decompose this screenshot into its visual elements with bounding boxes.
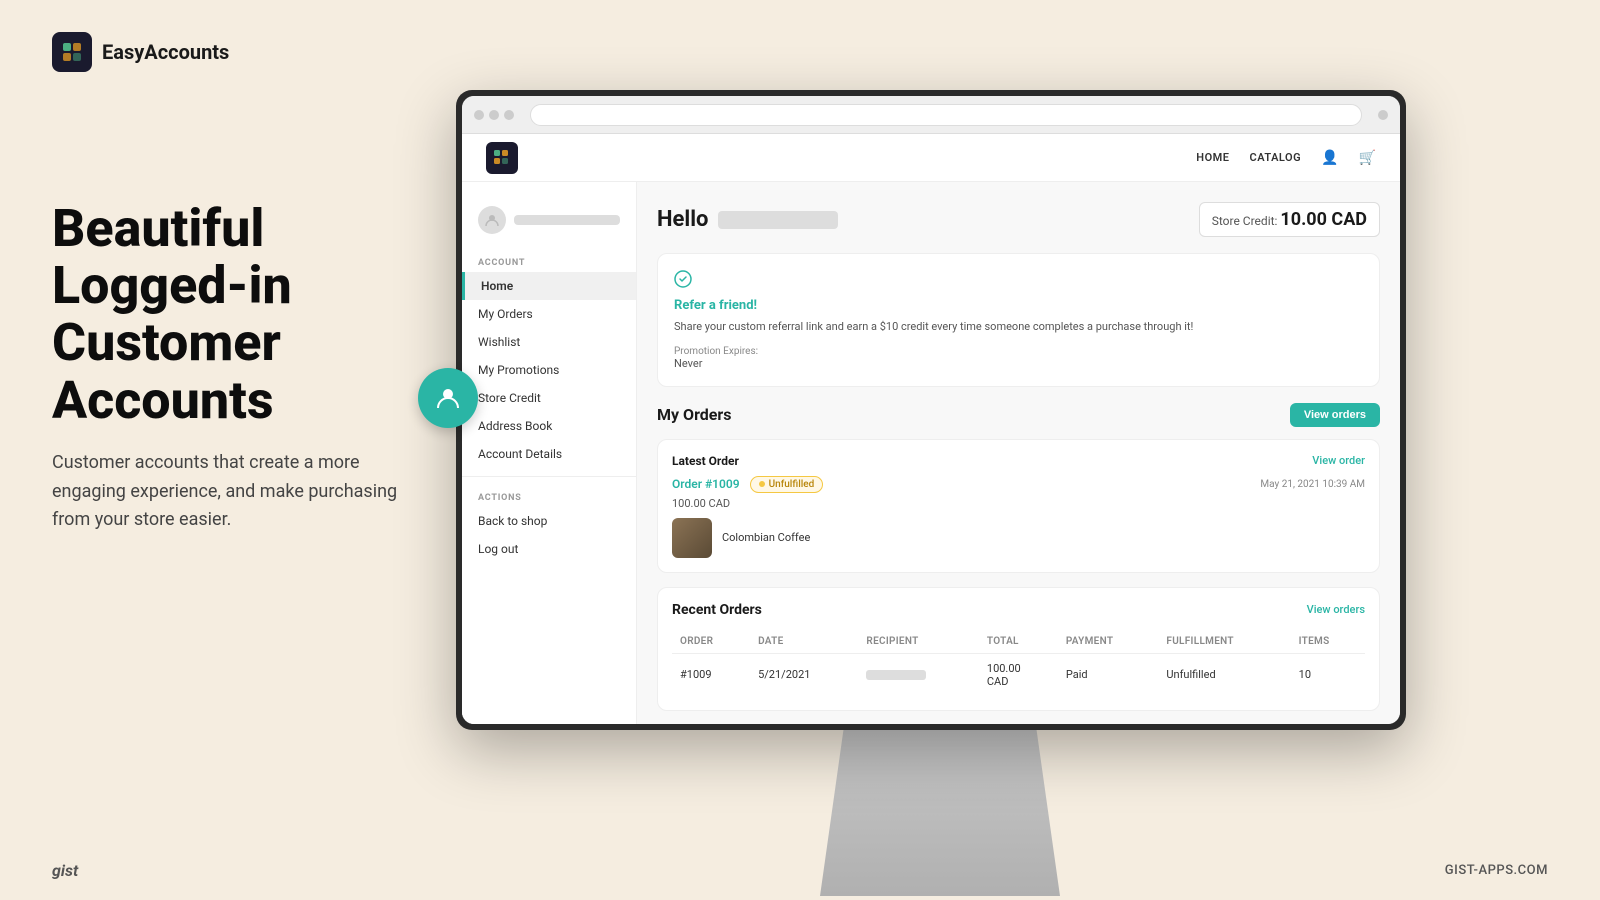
referral-description: Share your custom referral link and earn…: [674, 319, 1363, 336]
browser-dot-yellow: [489, 110, 499, 120]
hero-subtitle: Customer accounts that create a more eng…: [52, 449, 412, 535]
nav-cart-icon[interactable]: 🛒: [1359, 150, 1376, 166]
order-number: Order #1009: [672, 477, 740, 491]
footer-brand: gist: [52, 861, 78, 880]
browser-dot-red: [474, 110, 484, 120]
col-recipient: RECIPIENT: [858, 630, 978, 654]
referral-expires-label: Promotion Expires:: [674, 346, 1363, 357]
my-orders-header: My Orders View orders: [657, 403, 1380, 427]
sidebar-divider: [462, 476, 636, 477]
sidebar-section-account: ACCOUNT: [462, 250, 636, 272]
product-name: Colombian Coffee: [722, 531, 810, 544]
app-brand: EasyAccounts: [52, 32, 229, 72]
table-row: #1009 5/21/2021 100.00CAD Paid Unfulfill…: [672, 653, 1365, 696]
cell-date: 5/21/2021: [750, 653, 858, 696]
main-content: Hello Store Credit: 10.00 CAD: [637, 182, 1400, 724]
referral-expires-value: Never: [674, 357, 1363, 370]
store-nav: HOME CATALOG 👤 🛒: [462, 134, 1400, 182]
referral-title: Refer a friend!: [674, 298, 1363, 313]
store-logo-icon: [486, 142, 518, 174]
view-order-link[interactable]: View order: [1312, 454, 1365, 467]
cell-order: #1009: [672, 653, 750, 696]
col-fulfillment: FULFILLMENT: [1158, 630, 1290, 654]
footer-link: GIST-APPS.COM: [1445, 863, 1548, 878]
sidebar-section-actions: ACTIONS: [462, 485, 636, 507]
referral-card: Refer a friend! Share your custom referr…: [657, 253, 1380, 387]
page-footer: gist GIST-APPS.COM: [52, 861, 1548, 880]
sidebar-profile: [462, 198, 636, 250]
brand-name: EasyAccounts: [102, 40, 229, 64]
browser-action-dots: [1378, 110, 1388, 120]
sidebar-item-back-to-shop[interactable]: Back to shop: [462, 507, 636, 535]
floating-avatar-icon: [418, 368, 478, 428]
latest-order-header: Latest Order View order: [672, 454, 1365, 468]
col-items: ITEMS: [1291, 630, 1365, 654]
recipient-placeholder: [866, 670, 926, 680]
cell-total: 100.00CAD: [979, 653, 1058, 696]
sidebar: ACCOUNT Home My Orders Wishlist My Promo…: [462, 182, 637, 724]
col-total: TOTAL: [979, 630, 1058, 654]
col-order: ORDER: [672, 630, 750, 654]
order-status-badge: Unfulfilled: [750, 476, 824, 493]
orders-table: ORDER DATE RECIPIENT TOTAL PAYMENT FULFI…: [672, 630, 1365, 696]
recent-orders-card: Recent Orders View orders ORDER DATE REC…: [657, 587, 1380, 711]
cell-items: 10: [1291, 653, 1365, 696]
sidebar-item-store-credit[interactable]: Store Credit: [462, 384, 636, 412]
store-credit-badge: Store Credit: 10.00 CAD: [1199, 202, 1380, 237]
browser-dots: [474, 110, 514, 120]
store-content: ACCOUNT Home My Orders Wishlist My Promo…: [462, 182, 1400, 724]
sidebar-name-placeholder: [514, 215, 620, 225]
nav-user-icon[interactable]: 👤: [1321, 150, 1338, 166]
recent-orders-header: Recent Orders View orders: [672, 602, 1365, 618]
monitor-frame: HOME CATALOG 👤 🛒 ACC: [456, 90, 1406, 730]
orders-table-header-row: ORDER DATE RECIPIENT TOTAL PAYMENT FULFI…: [672, 630, 1365, 654]
order-amount: 100.00 CAD: [672, 497, 1365, 510]
nav-catalog[interactable]: CATALOG: [1250, 151, 1302, 164]
product-thumbnail: [672, 518, 712, 558]
sidebar-avatar: [478, 206, 506, 234]
browser-window: HOME CATALOG 👤 🛒 ACC: [462, 96, 1400, 724]
cell-recipient: [858, 653, 978, 696]
sidebar-item-home[interactable]: Home: [462, 272, 636, 300]
col-payment: PAYMENT: [1058, 630, 1159, 654]
browser-url-bar[interactable]: [530, 104, 1362, 126]
sidebar-item-promotions[interactable]: My Promotions: [462, 356, 636, 384]
latest-order-label: Latest Order: [672, 454, 739, 468]
my-orders-title: My Orders: [657, 405, 732, 424]
store-credit-amount: 10.00 CAD: [1280, 209, 1367, 230]
view-orders-button[interactable]: View orders: [1290, 403, 1380, 427]
sidebar-item-address-book[interactable]: Address Book: [462, 412, 636, 440]
cell-fulfillment: Unfulfilled: [1158, 653, 1290, 696]
sidebar-item-wishlist[interactable]: Wishlist: [462, 328, 636, 356]
nav-home[interactable]: HOME: [1196, 151, 1229, 164]
hello-name-placeholder: [718, 211, 838, 229]
latest-order-card: Latest Order View order Order #1009 Unfu…: [657, 439, 1380, 573]
recent-orders-title: Recent Orders: [672, 602, 762, 618]
sidebar-item-account-details[interactable]: Account Details: [462, 440, 636, 468]
browser-chrome: [462, 96, 1400, 134]
account-header: Hello Store Credit: 10.00 CAD: [657, 202, 1380, 237]
hello-greeting: Hello: [657, 207, 838, 232]
col-date: DATE: [750, 630, 858, 654]
browser-action-dot-1: [1378, 110, 1388, 120]
referral-icon: [674, 270, 1363, 292]
sidebar-item-log-out[interactable]: Log out: [462, 535, 636, 563]
hero-section: Beautiful Logged-in Customer Accounts Cu…: [52, 200, 412, 535]
order-date: May 21, 2021 10:39 AM: [1260, 479, 1365, 490]
order-product: Colombian Coffee: [672, 518, 1365, 558]
cell-payment: Paid: [1058, 653, 1159, 696]
view-recent-orders-link[interactable]: View orders: [1307, 603, 1365, 616]
hero-title: Beautiful Logged-in Customer Accounts: [52, 200, 412, 429]
browser-dot-green: [504, 110, 514, 120]
order-badge-dot: [759, 481, 765, 487]
brand-logo-icon: [52, 32, 92, 72]
store-nav-links: HOME CATALOG 👤 🛒: [1196, 150, 1376, 166]
sidebar-item-my-orders[interactable]: My Orders: [462, 300, 636, 328]
